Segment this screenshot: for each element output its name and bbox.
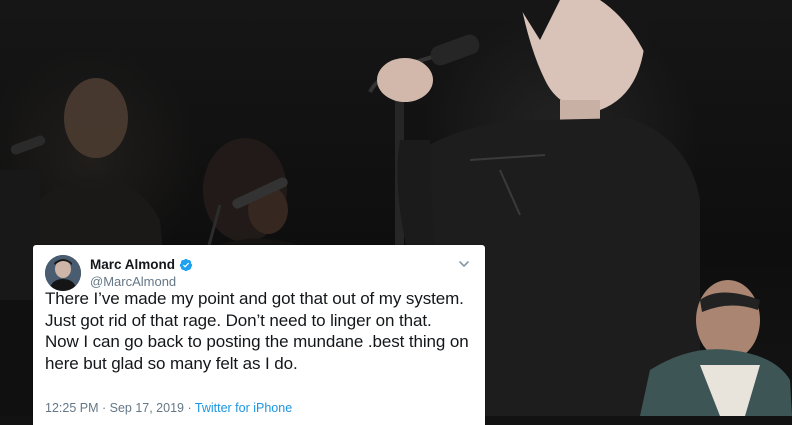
tweet-text-line: There I’ve made my point and got that ou…: [45, 289, 464, 308]
tweet-card[interactable]: Marc Almond @MarcAlmond There I’ve made …: [33, 245, 485, 425]
tweet-text-line: here but glad so many felt as I do.: [45, 353, 298, 373]
avatar-image: [45, 255, 81, 291]
author-name[interactable]: Marc Almond: [90, 257, 175, 272]
author-handle[interactable]: @MarcAlmond: [90, 274, 176, 289]
tweet-meta: 12:25 PM · Sep 17, 2019 · Twitter for iP…: [45, 401, 292, 415]
avatar[interactable]: [45, 255, 81, 291]
meta-separator: ·: [183, 401, 195, 415]
microphone-left: [10, 135, 46, 155]
tweet-text-line: Just got rid of that rage. Don’t need to…: [45, 310, 432, 330]
tweet-text: There I’ve made my point and got that ou…: [45, 288, 479, 374]
tweet-timestamp[interactable]: 12:25 PM · Sep 17, 2019: [45, 401, 184, 415]
verified-badge-icon: [179, 258, 193, 272]
tweet-text-line: Now I can go back to posting the mundane…: [45, 332, 469, 351]
author-name-row[interactable]: Marc Almond: [90, 257, 193, 272]
tweet-source-link[interactable]: Twitter for iPhone: [195, 401, 292, 415]
chevron-down-icon[interactable]: [457, 257, 471, 271]
